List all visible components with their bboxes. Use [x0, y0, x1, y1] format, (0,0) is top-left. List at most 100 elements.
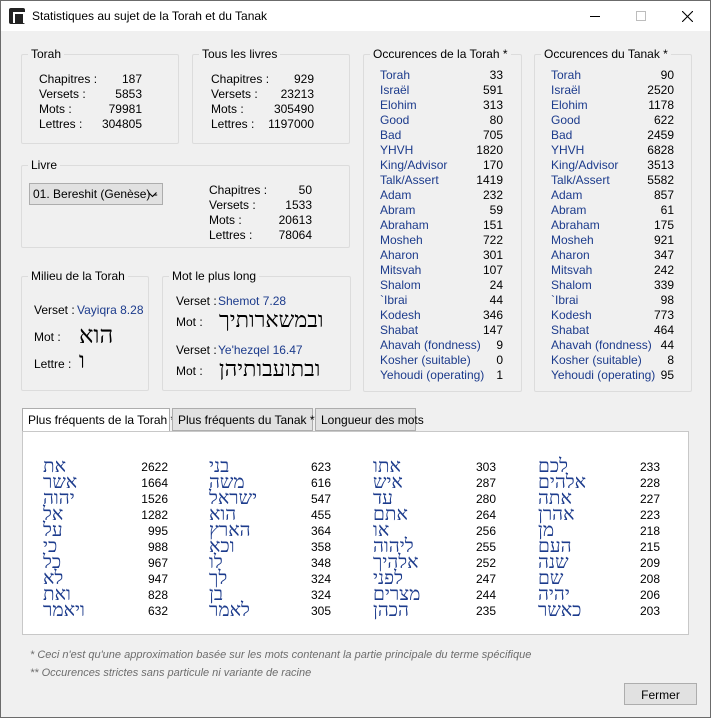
occ-tanak-row-value: 464 — [653, 323, 674, 337]
occ-torah-row-label[interactable]: Good — [380, 113, 409, 127]
middle-verse-ref[interactable]: Vayiqra 8.28 — [77, 303, 144, 317]
word-count: 252 — [475, 556, 496, 570]
frequent-word-row[interactable]: לאמר 305 — [209, 599, 331, 621]
word-count: 348 — [310, 556, 331, 570]
occ-torah-row-label[interactable]: Abraham — [380, 218, 429, 232]
occ-tanak-row-label[interactable]: Shalom — [551, 278, 592, 292]
longest-word1: ובמשארותיך — [219, 308, 324, 333]
note-approximation: * Ceci n'est qu'une approximation basée … — [30, 649, 532, 661]
occ-torah-row-label[interactable]: Torah — [380, 68, 410, 82]
occ-torah-row-label[interactable]: Israël — [380, 83, 409, 97]
all-chapters-value: 929 — [293, 72, 314, 86]
frequent-word-row[interactable]: על 995 — [43, 519, 168, 541]
book-select[interactable]: 01. Bereshit (Genèse) - — [29, 183, 163, 205]
all-verses-value: 23213 — [280, 87, 314, 101]
occ-torah-row-label[interactable]: Shabat — [380, 323, 418, 337]
occ-tanak-row-label[interactable]: `Ibrai — [551, 293, 578, 307]
occ-tanak-row-label[interactable]: Bad — [551, 128, 572, 142]
occ-torah-row-value: 107 — [482, 263, 503, 277]
occ-torah-row-label[interactable]: Kodesh — [380, 308, 421, 322]
frequent-word-row[interactable]: לו 348 — [209, 551, 331, 573]
occ-torah-row-label[interactable]: Shalom — [380, 278, 421, 292]
torah-group-title: Torah — [28, 47, 65, 61]
frequent-word-row[interactable]: ויאמר 632 — [43, 599, 168, 621]
occ-tanak-row-value: 61 — [660, 203, 674, 217]
longest-word1-label: Mot : — [176, 315, 203, 329]
occ-torah-row-label[interactable]: `Ibrai — [380, 293, 407, 307]
frequent-word-row[interactable]: הכהן 235 — [373, 599, 496, 621]
occ-torah-row-label[interactable]: Adam — [380, 188, 411, 202]
word-count: 215 — [639, 540, 660, 554]
occ-tanak-row-label[interactable]: King/Advisor — [551, 158, 618, 172]
word-count: 244 — [475, 588, 496, 602]
frequent-word-row[interactable]: לך 324 — [209, 567, 331, 589]
word-count: 203 — [639, 604, 660, 618]
occ-torah-row-label[interactable]: King/Advisor — [380, 158, 447, 172]
book-chapters-value: 50 — [298, 183, 312, 197]
occ-torah-row-value: 147 — [482, 323, 503, 337]
occ-tanak-row-label[interactable]: Torah — [551, 68, 581, 82]
tab-torah-frequent[interactable]: Plus fréquents de la Torah ** — [22, 408, 180, 432]
frequent-word-row[interactable]: אהרן 223 — [538, 503, 660, 525]
occ-tanak-row-label[interactable]: Abraham — [551, 218, 600, 232]
book-verses-label: Versets : — [209, 198, 256, 212]
occ-tanak-row-label[interactable]: Adam — [551, 188, 582, 202]
occ-tanak-row-label[interactable]: YHVH — [551, 143, 584, 157]
occ-tanak-row-value: 90 — [660, 68, 674, 82]
occ-tanak-row-label[interactable]: Kodesh — [551, 308, 592, 322]
occ-tanak-row-value: 5582 — [647, 173, 674, 187]
longest-verse2-ref[interactable]: Ye'hezqel 16.47 — [218, 343, 303, 357]
occ-tanak-row-value: 347 — [653, 248, 674, 262]
occ-tanak-row-label[interactable]: Abram — [551, 203, 586, 217]
book-words-value: 20613 — [278, 213, 312, 227]
close-window-button[interactable] — [664, 1, 710, 31]
statistics-window: Statistiques au sujet de la Torah et du … — [0, 0, 711, 718]
occ-tanak-row-label[interactable]: Aharon — [551, 248, 590, 262]
book-select-value: 01. Bereshit (Genèse) - — [33, 187, 158, 201]
middle-word: הוא — [79, 321, 114, 349]
frequent-word-row[interactable]: וכא 358 — [209, 535, 331, 557]
word-count: 247 — [475, 572, 496, 586]
frequent-word-row[interactable]: כאשר 203 — [538, 599, 660, 621]
minimize-icon — [590, 16, 600, 17]
frequent-word-row[interactable]: אתם 264 — [373, 503, 496, 525]
occ-tanak-row-label[interactable]: Mosheh — [551, 233, 594, 247]
occ-torah-row-label[interactable]: Abram — [380, 203, 415, 217]
occ-torah-row-label[interactable]: Aharon — [380, 248, 419, 262]
occ-torah-row-value: 705 — [482, 128, 503, 142]
longest-verse1-ref[interactable]: Shemot 7.28 — [218, 294, 286, 308]
occ-torah-row-label[interactable]: Bad — [380, 128, 401, 142]
word-count: 1526 — [141, 492, 168, 506]
occ-torah-row-label[interactable]: Mitsvah — [380, 263, 421, 277]
occ-torah-row-label[interactable]: YHVH — [380, 143, 413, 157]
occ-tanak-row-label[interactable]: Elohim — [551, 98, 588, 112]
hebrew-word: כאשר — [538, 599, 582, 621]
occ-torah-row-value: 80 — [489, 113, 503, 127]
book-letters-label: Lettres : — [209, 228, 253, 242]
longest-verse1-label: Verset : — [176, 294, 217, 308]
occ-torah-row-value: 1419 — [476, 173, 503, 187]
close-button[interactable]: Fermer — [624, 683, 697, 705]
tab-tanak-frequent[interactable]: Plus fréquents du Tanak ** — [172, 408, 319, 431]
occ-tanak-row-label[interactable]: Mitsvah — [551, 263, 592, 277]
occ-torah-row-value: 9 — [496, 338, 503, 352]
occ-tanak-row-value: 44 — [660, 338, 674, 352]
occ-torah-row-label[interactable]: Talk/Assert — [380, 173, 439, 187]
occ-torah-row-value: 44 — [489, 293, 503, 307]
occ-tanak-row-label[interactable]: Israël — [551, 83, 580, 97]
frequent-word-row[interactable]: כי 988 — [43, 535, 168, 557]
occ-tanak-row-label[interactable]: Talk/Assert — [551, 173, 610, 187]
all-verses-label: Versets : — [211, 87, 258, 101]
occ-tanak-row-value: 622 — [653, 113, 674, 127]
word-count: 947 — [147, 572, 168, 586]
middle-verse-label: Verset : — [34, 303, 75, 317]
occ-torah-row-value: 722 — [482, 233, 503, 247]
tab-word-length[interactable]: Longueur des mots — [315, 408, 424, 431]
occ-tanak-row-label[interactable]: Shabat — [551, 323, 589, 337]
occ-tanak-row-label[interactable]: Good — [551, 113, 580, 127]
occ-torah-row-label[interactable]: Mosheh — [380, 233, 423, 247]
occ-torah-row-label[interactable]: Elohim — [380, 98, 417, 112]
word-count: 305 — [310, 604, 331, 618]
occ-tanak-row-value: 95 — [660, 368, 674, 382]
minimize-button[interactable] — [572, 1, 618, 31]
